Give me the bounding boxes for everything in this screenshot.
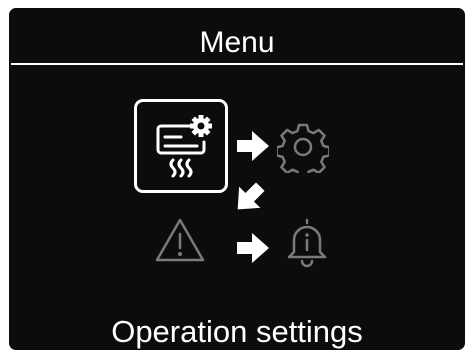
arrow-right-icon — [235, 230, 271, 266]
menu-title: Menu — [199, 26, 275, 59]
title-divider — [11, 63, 463, 65]
arrow-right-icon — [235, 128, 271, 164]
gear-icon — [277, 123, 329, 173]
menu-screen: Menu Operation settings — [9, 8, 465, 350]
warning-icon — [155, 218, 205, 262]
menu-item-operation-settings[interactable] — [134, 99, 228, 193]
menu-item-notifications[interactable] — [282, 216, 332, 268]
bell-info-icon — [287, 218, 327, 268]
arrow-down-left-icon — [231, 180, 267, 216]
selected-item-label: Operation settings — [111, 314, 363, 349]
air-conditioner-icon — [156, 115, 212, 178]
menu-item-error[interactable] — [154, 216, 206, 264]
menu-item-settings[interactable] — [277, 121, 329, 173]
